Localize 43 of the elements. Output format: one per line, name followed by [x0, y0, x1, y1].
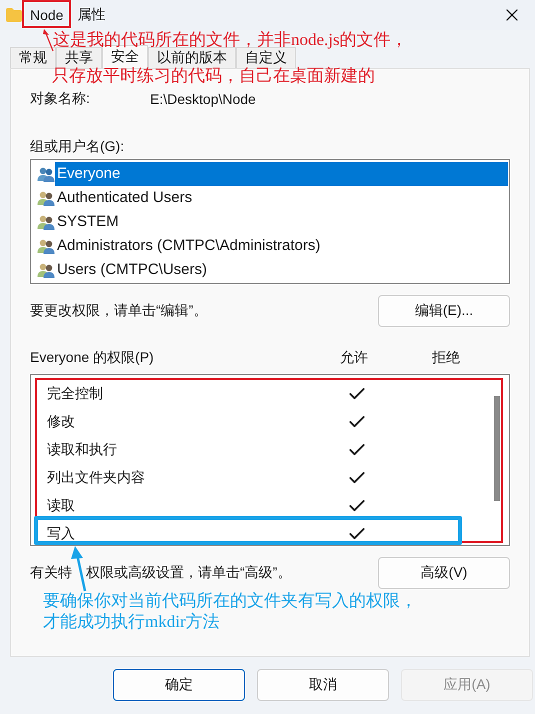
- users-icon: [37, 166, 55, 182]
- groups-label: 组或用户名(G):: [30, 137, 126, 156]
- dialog-button[interactable]: 取消: [257, 668, 389, 700]
- users-icon: [37, 190, 55, 206]
- annotation-arrow: [71, 546, 86, 592]
- edit-hint: 要更改权限，请单击“编辑”。: [30, 302, 208, 320]
- users-icon: [37, 238, 55, 254]
- user-item[interactable]: Authenticated Users: [55, 186, 508, 210]
- edit-button[interactable]: 编辑(E)...: [378, 295, 510, 327]
- user-item[interactable]: Everyone: [55, 162, 508, 186]
- permission-name: 列出文件夹内容: [47, 469, 146, 487]
- tab[interactable]: 常规: [10, 47, 56, 68]
- user-item[interactable]: SYSTEM: [55, 210, 508, 234]
- highlight-frame: [22, 0, 71, 28]
- permission-name: 写入: [47, 525, 76, 543]
- users-icon: [37, 214, 55, 230]
- advanced-button[interactable]: 高级(V): [378, 557, 510, 589]
- object-name-value: E:\Desktop\Node: [150, 91, 256, 107]
- advanced-hint: 有关特: [30, 564, 72, 582]
- window-title: Node: [30, 7, 64, 23]
- user-item[interactable]: Administrators (CMTPC\Administrators): [55, 234, 508, 258]
- annotation-arrow: [43, 29, 54, 52]
- advanced-hint: 权限或高级设置，请单击“高级”。: [86, 564, 292, 582]
- permission-name: 读取: [47, 497, 76, 515]
- scrollbar-thumb[interactable]: [494, 396, 500, 501]
- tab[interactable]: 自定义: [236, 47, 296, 68]
- annotation-text: 要确保你对当前代码所在的文件夹有写入的权限，: [43, 590, 417, 612]
- tab[interactable]: 以前的版本: [148, 47, 236, 68]
- permission-name: 修改: [47, 413, 76, 431]
- annotation-text: 才能成功执行mkdir方法: [43, 611, 220, 633]
- dialog-button[interactable]: 确定: [113, 668, 245, 700]
- column-header: 允许: [340, 349, 369, 367]
- user-item[interactable]: Users (CMTPC\Users): [55, 258, 508, 282]
- annotation-text: 只存放平时练习的代码，自己在桌面新建的: [52, 65, 375, 87]
- permission-name: 完全控制: [47, 385, 104, 403]
- permission-name: 读取和执行: [47, 441, 118, 459]
- permissions-header: Everyone 的权限(P): [30, 349, 155, 367]
- users-icon: [37, 262, 55, 278]
- tab[interactable]: 共享: [56, 47, 102, 68]
- folder-icon: [6, 8, 22, 22]
- object-name-label: 对象名称:: [30, 90, 91, 108]
- window-title: 属性: [77, 6, 106, 24]
- column-header: 拒绝: [432, 349, 461, 367]
